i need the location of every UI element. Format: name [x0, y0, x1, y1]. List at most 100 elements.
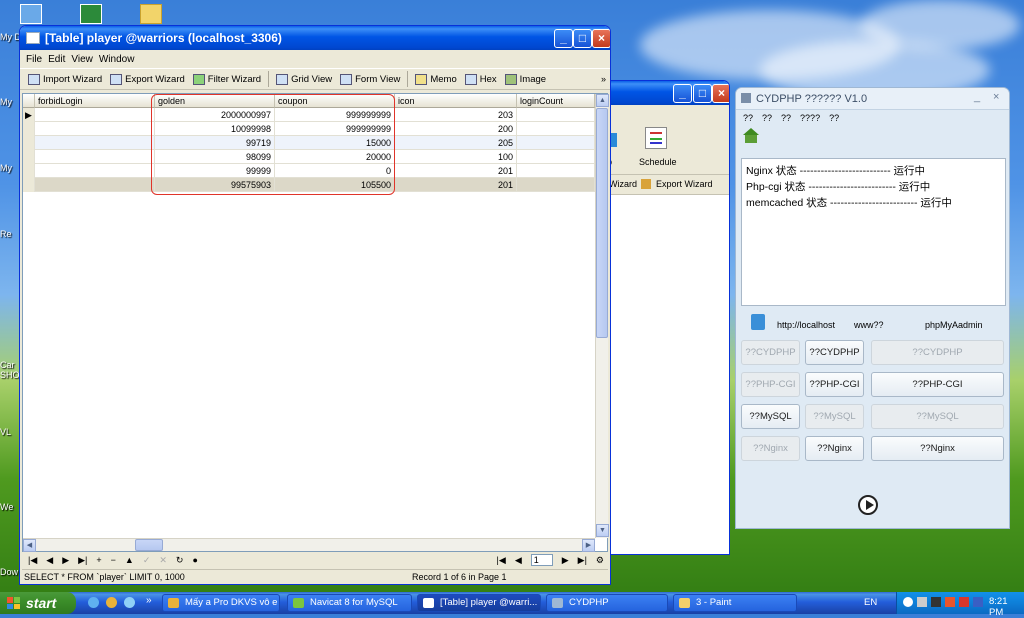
close-button[interactable]: × [592, 29, 610, 48]
column-header-logincount[interactable]: loginCount [517, 94, 595, 108]
task-navicat[interactable]: Navicat 8 for MySQL [287, 594, 412, 612]
desktop-icon-label[interactable]: Re [0, 229, 12, 239]
table-cell-logincount[interactable] [517, 122, 595, 136]
desktop-icon-label[interactable]: We [0, 502, 13, 512]
stop-mysql-button[interactable]: ??MySQL [805, 404, 864, 429]
tray-expand-icon[interactable] [903, 597, 913, 607]
desktop-folder-icon[interactable] [140, 4, 162, 24]
desktop-icon-label[interactable]: Car SHO [0, 360, 20, 380]
cydphp-menu-item[interactable]: ?? [829, 113, 839, 123]
table-cell-icon[interactable]: 100 [395, 150, 517, 164]
navicat-main-titlebar[interactable]: _ □ × [601, 81, 729, 105]
row-indicator[interactable] [23, 122, 35, 136]
table-window-titlebar[interactable]: [Table] player @warriors (localhost_3306… [20, 26, 610, 50]
next-page-icon[interactable]: ▶ [562, 555, 569, 566]
table-cell-icon[interactable]: 200 [395, 122, 517, 136]
scroll-up-button[interactable]: ▲ [596, 94, 609, 107]
image-button[interactable]: Image [501, 70, 550, 88]
table-cell-icon[interactable]: 201 [395, 164, 517, 178]
quicklaunch-overflow-icon[interactable]: » [146, 595, 152, 606]
data-grid[interactable]: forbidLogin golden coupon icon loginCoun… [22, 93, 609, 552]
cydphp-menu-item[interactable]: ?? [781, 113, 791, 123]
vertical-scrollbar[interactable]: ▲ ▼ [595, 94, 609, 538]
restart-mysql-button[interactable]: ??MySQL [871, 404, 1004, 429]
task-cydphp[interactable]: CYDPHP [546, 594, 668, 612]
next-record-icon[interactable]: ▶ [62, 555, 69, 566]
menu-edit[interactable]: Edit [48, 54, 65, 65]
table-cell-logincount[interactable] [517, 136, 595, 150]
add-record-icon[interactable]: + [96, 555, 101, 565]
table-cell-forbidlogin[interactable] [35, 150, 155, 164]
filter-wizard-button[interactable]: Filter Wizard [189, 70, 265, 88]
minimize-button[interactable]: _ [673, 84, 692, 103]
page-settings-icon[interactable]: ⚙ [596, 555, 608, 566]
table-cell-logincount[interactable] [517, 178, 595, 192]
play-icon[interactable] [858, 495, 878, 515]
scroll-down-button[interactable]: ▼ [596, 524, 609, 537]
page-number-input[interactable]: 1 [530, 554, 553, 566]
desktop-documents-icon[interactable] [20, 4, 42, 24]
memo-button[interactable]: Memo [411, 70, 460, 88]
delete-record-icon[interactable]: − [111, 555, 116, 565]
import-wizard-button[interactable]: Import Wizard [24, 70, 106, 88]
minimize-button[interactable]: _ [974, 91, 980, 103]
restart-phpcgi-button[interactable]: ??PHP-CGI [871, 372, 1004, 397]
table-cell-logincount[interactable] [517, 108, 595, 122]
apply-icon[interactable]: ✓ [143, 555, 151, 566]
last-page-icon[interactable]: ▶| [578, 555, 587, 566]
export-wizard-button[interactable]: Export Wizard [656, 179, 713, 189]
table-cell-forbidlogin[interactable] [35, 108, 155, 122]
row-indicator[interactable] [23, 136, 35, 150]
stop-nginx-button[interactable]: ??Nginx [805, 436, 864, 461]
navicat-main-window[interactable]: _ □ × p Schedule Wizard Export Wizard [600, 80, 730, 555]
start-phpcgi-button[interactable]: ??PHP-CGI [741, 372, 800, 397]
table-cell-forbidlogin[interactable] [35, 122, 155, 136]
table-cell-forbidlogin[interactable] [35, 136, 155, 150]
table-cell-logincount[interactable] [517, 150, 595, 164]
tray-app-icon[interactable] [945, 597, 955, 607]
prev-page-icon[interactable]: ◀ [515, 555, 522, 566]
stop-phpcgi-button[interactable]: ??PHP-CGI [805, 372, 864, 397]
browser-icon[interactable] [106, 597, 117, 608]
first-page-icon[interactable]: |◀ [497, 555, 506, 566]
row-indicator[interactable] [23, 164, 35, 178]
maximize-button[interactable]: □ [573, 29, 592, 48]
restart-nginx-button[interactable]: ??Nginx [871, 436, 1004, 461]
row-indicator[interactable] [23, 178, 35, 192]
desktop-excel-icon[interactable] [80, 4, 102, 24]
scroll-left-button[interactable]: ◀ [23, 539, 36, 552]
tray-network-icon[interactable] [917, 597, 927, 607]
menu-view[interactable]: View [71, 54, 93, 65]
table-cell-icon[interactable]: 203 [395, 108, 517, 122]
start-nginx-button[interactable]: ??Nginx [741, 436, 800, 461]
wizard-button[interactable]: Wizard [609, 179, 637, 189]
stop-icon[interactable]: ● [192, 555, 197, 565]
desktop-icon-label[interactable]: My [0, 163, 12, 173]
stop-cydphp-button[interactable]: ??CYDPHP [805, 340, 864, 365]
cydphp-titlebar[interactable]: CYDPHP ?????? V1.0 _ × [736, 88, 1009, 110]
clock[interactable]: 8:21 PM [989, 596, 1024, 618]
maximize-button[interactable]: □ [693, 84, 712, 103]
tray-v-icon[interactable] [959, 597, 969, 607]
hex-button[interactable]: Hex [461, 70, 501, 88]
prev-record-icon[interactable]: ◀ [46, 555, 53, 566]
table-cell-icon[interactable]: 201 [395, 178, 517, 192]
export-wizard-button[interactable]: Export Wizard [106, 70, 189, 88]
schedule-button[interactable]: Schedule [639, 157, 677, 167]
row-indicator[interactable] [23, 150, 35, 164]
table-cell-icon[interactable]: 205 [395, 136, 517, 150]
close-button[interactable]: × [993, 91, 999, 103]
start-mysql-button[interactable]: ??MySQL [741, 404, 800, 429]
ie-icon[interactable] [124, 597, 135, 608]
hscroll-thumb[interactable] [135, 539, 163, 551]
table-cell-forbidlogin[interactable] [35, 178, 155, 192]
toolbar-overflow-icon[interactable]: » [601, 74, 606, 84]
menu-file[interactable]: File [26, 54, 42, 65]
tray-keyboard-icon[interactable] [931, 597, 941, 607]
cancel-icon[interactable]: ✕ [159, 555, 167, 566]
last-record-icon[interactable]: ▶| [78, 555, 87, 566]
move-up-icon[interactable]: ▲ [125, 555, 134, 565]
navicat-table-window[interactable]: [Table] player @warriors (localhost_3306… [19, 25, 611, 585]
localhost-link[interactable]: http://localhost [777, 320, 835, 330]
tray-volume-icon[interactable] [973, 597, 983, 607]
